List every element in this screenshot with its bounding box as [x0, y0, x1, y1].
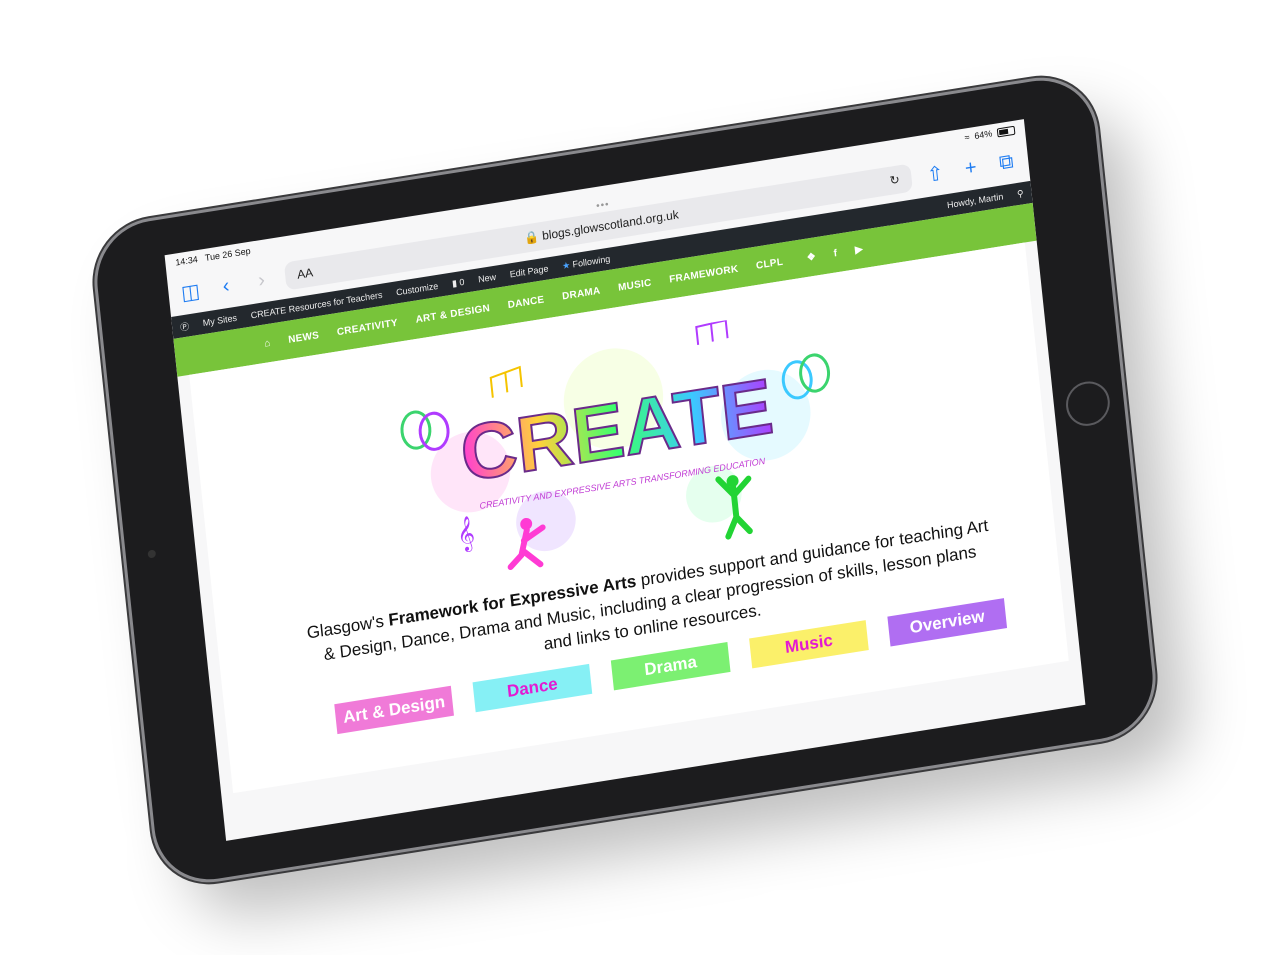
- twitter-icon[interactable]: ❖: [806, 251, 816, 263]
- sidebar-icon[interactable]: ◫: [177, 277, 203, 306]
- comment-count: 0: [458, 276, 465, 287]
- status-time: 14:34: [174, 254, 199, 268]
- lock-icon: 🔒: [523, 229, 540, 246]
- tablet-screen: 14:34 Tue 26 Sep ≈ 64% ◫ ‹ › ••• AA 🔒 bl…: [164, 119, 1086, 841]
- tablet-device: 14:34 Tue 26 Sep ≈ 64% ◫ ‹ › ••• AA 🔒 bl…: [91, 72, 1159, 888]
- reload-icon[interactable]: ↻: [889, 172, 900, 188]
- edit-page-link[interactable]: Edit Page: [509, 263, 549, 279]
- star-icon: ★: [561, 259, 571, 271]
- home-icon[interactable]: ⌂: [264, 337, 271, 349]
- nav-clpl[interactable]: CLPL: [756, 256, 784, 271]
- comment-icon[interactable]: ▮: [451, 277, 457, 288]
- tabs-icon[interactable]: ⧉: [993, 149, 1019, 176]
- nav-dance[interactable]: DANCE: [507, 294, 545, 311]
- nav-music[interactable]: MUSIC: [618, 277, 652, 293]
- howdy-user[interactable]: Howdy, Martin: [947, 191, 1004, 210]
- more-dots[interactable]: •••: [596, 199, 611, 212]
- home-button[interactable]: [1063, 378, 1112, 429]
- youtube-icon[interactable]: ▶: [855, 243, 864, 255]
- theatre-masks-icon: [400, 410, 450, 451]
- nav-creativity[interactable]: CREATIVITY: [336, 317, 398, 338]
- drama-button[interactable]: Drama: [610, 641, 731, 691]
- my-sites-link[interactable]: My Sites: [202, 313, 237, 328]
- nav-drama[interactable]: DRAMA: [562, 285, 601, 302]
- back-icon[interactable]: ‹: [213, 273, 239, 300]
- url-text: blogs.glowscotland.org.uk: [541, 207, 680, 243]
- music-button[interactable]: Music: [749, 620, 869, 669]
- wifi-icon: ≈: [964, 131, 971, 143]
- battery-icon: [996, 125, 1016, 137]
- svg-text:𝄞: 𝄞: [455, 515, 476, 554]
- nav-framework[interactable]: FRAMEWORK: [669, 263, 739, 285]
- text-size-button[interactable]: AA: [296, 265, 313, 281]
- nav-news[interactable]: NEWS: [288, 330, 320, 346]
- nav-art-design[interactable]: ART & DESIGN: [415, 303, 491, 326]
- facebook-icon[interactable]: f: [833, 248, 838, 260]
- forward-icon[interactable]: ›: [249, 267, 275, 294]
- front-camera: [147, 549, 157, 559]
- wordpress-icon[interactable]: Ⓟ: [179, 319, 190, 333]
- share-icon[interactable]: ⇧: [922, 159, 948, 188]
- treble-clef-icon: 𝄞: [455, 515, 476, 554]
- following-link[interactable]: Following: [572, 253, 611, 269]
- new-tab-icon[interactable]: +: [958, 155, 984, 182]
- customize-link[interactable]: Customize: [396, 281, 439, 298]
- admin-search-icon[interactable]: ⚲: [1017, 188, 1025, 200]
- art-design-button[interactable]: Art & Design: [334, 685, 454, 735]
- dance-button[interactable]: Dance: [472, 663, 593, 713]
- battery-percent: 64%: [973, 128, 993, 142]
- music-notes-icon: [695, 319, 729, 346]
- music-notes-icon: [489, 365, 523, 398]
- new-link[interactable]: New: [478, 272, 497, 285]
- overview-button[interactable]: Overview: [887, 598, 1008, 647]
